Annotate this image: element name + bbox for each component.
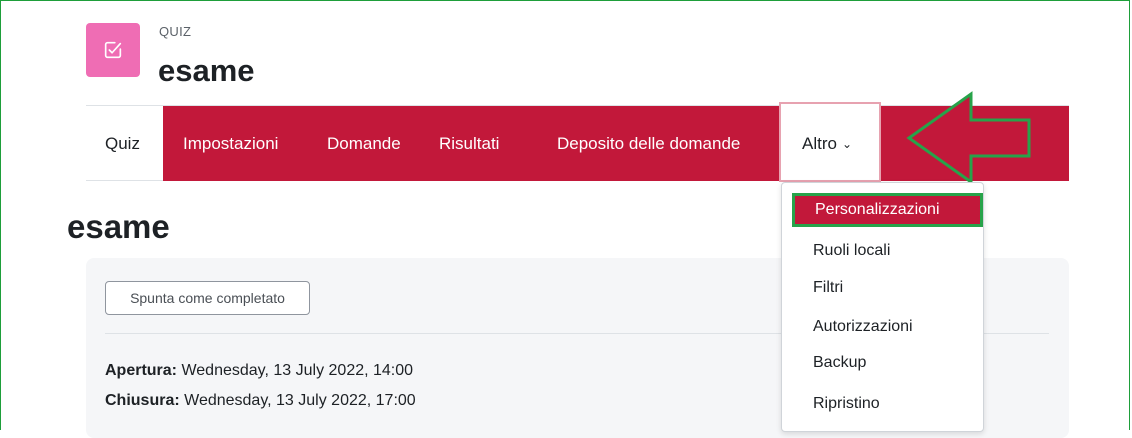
menu-item-backup[interactable]: Backup xyxy=(782,346,983,380)
tab-impostazioni[interactable]: Impostazioni xyxy=(183,106,278,181)
activity-type-label: QUIZ xyxy=(159,24,192,39)
activity-title: esame xyxy=(158,53,255,88)
tab-domande[interactable]: Domande xyxy=(327,106,401,181)
quiz-icon xyxy=(86,23,140,77)
menu-item-ruoli-locali[interactable]: Ruoli locali xyxy=(782,234,983,268)
closing-label: Chiusura: xyxy=(105,392,180,409)
menu-item-ripristino[interactable]: Ripristino xyxy=(782,387,983,421)
more-menu-label: Altro xyxy=(802,133,837,153)
menu-item-personalizzazioni[interactable]: Personalizzazioni xyxy=(792,193,983,227)
more-dropdown-menu: Personalizzazioni Ruoli locali Filtri Au… xyxy=(781,182,984,432)
page-title: esame xyxy=(67,208,170,245)
annotation-arrow-icon xyxy=(906,91,1031,185)
tab-quiz[interactable]: Quiz xyxy=(105,106,140,181)
tab-deposito-domande[interactable]: Deposito delle domande xyxy=(557,106,740,181)
more-menu-button[interactable]: Altro ⌄ xyxy=(802,106,852,181)
opening-label: Apertura: xyxy=(105,362,178,379)
opening-date: Apertura: Wednesday, 13 July 2022, 14:00 xyxy=(105,362,413,380)
closing-date: Chiusura: Wednesday, 13 July 2022, 17:00 xyxy=(105,392,416,410)
opening-value: Wednesday, 13 July 2022, 14:00 xyxy=(181,362,414,379)
chevron-down-icon: ⌄ xyxy=(841,136,853,151)
mark-complete-button[interactable]: Spunta come completato xyxy=(105,281,310,315)
menu-item-filtri[interactable]: Filtri xyxy=(782,271,983,305)
closing-value: Wednesday, 13 July 2022, 17:00 xyxy=(184,392,416,409)
tab-risultati[interactable]: Risultati xyxy=(439,106,499,181)
menu-item-autorizzazioni[interactable]: Autorizzazioni xyxy=(782,310,983,344)
